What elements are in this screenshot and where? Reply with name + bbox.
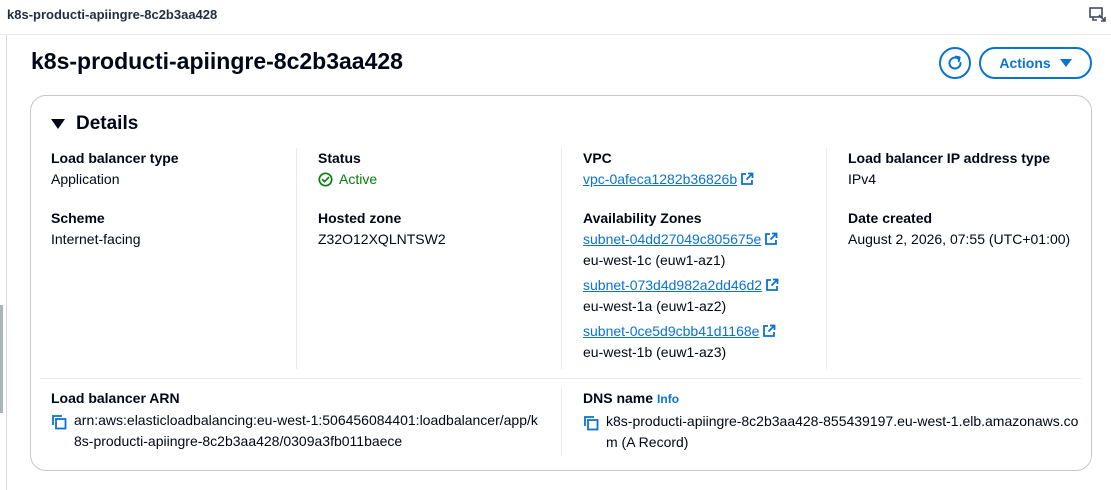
scheme-field: Scheme Internet-facing (51, 208, 296, 250)
availability-zone-item: subnet-073d4d982a2dd46d2 eu-west-1a (euw… (583, 274, 826, 316)
window-restore-icon[interactable] (1088, 5, 1108, 25)
vpc-link[interactable]: vpc-0afeca1282b36826b (583, 171, 737, 187)
ip-address-type-label: Load balancer IP address type (848, 150, 1051, 166)
load-balancer-type-label: Load balancer type (51, 150, 179, 166)
details-column-3: VPC vpc-0afeca1282b36826b Availability Z… (561, 148, 826, 369)
vpc-link-row: vpc-0afeca1282b36826b (583, 168, 826, 190)
hosted-zone-label: Hosted zone (318, 210, 402, 226)
status-value: Active (339, 171, 378, 187)
actions-button-label: Actions (999, 55, 1051, 71)
external-link-icon[interactable] (765, 278, 779, 292)
left-panel-edge (0, 35, 7, 490)
details-column-4: Load balancer IP address type IPv4 Date … (826, 148, 1081, 369)
ip-address-type-value: IPv4 (848, 171, 877, 187)
actions-button[interactable]: Actions (979, 47, 1092, 79)
page-title: k8s-producti-apiingre-8c2b3aa428 (31, 48, 403, 74)
status-indicator: Active (318, 168, 561, 190)
status-label: Status (318, 150, 361, 166)
arn-value: arn:aws:elasticloadbalancing:eu-west-1:5… (74, 412, 538, 449)
availability-zone-name: eu-west-1a (euw1-az2) (583, 298, 727, 314)
dns-copy-row: k8s-producti-apiingre-8c2b3aa428-8554391… (583, 411, 1081, 453)
section-divider (40, 378, 1081, 379)
copy-icon[interactable] (583, 415, 599, 431)
dns-name-field: DNS name Info k8s-producti-apiingre-8c2b3… (561, 388, 1081, 456)
availability-zones-field: Availability Zones subnet-04dd27049c8056… (583, 208, 826, 362)
expanded-triangle-icon (51, 119, 65, 129)
arn-field: Load balancer ARN arn:aws:elasticloadbal… (51, 388, 541, 452)
availability-zones-label: Availability Zones (583, 210, 702, 226)
refresh-icon (948, 55, 962, 70)
availability-zone-item: subnet-0ce5d9cbb41d1168e eu-west-1b (euw… (583, 320, 826, 362)
window-title-bar: k8s-producti-apiingre-8c2b3aa428 (0, 0, 1111, 35)
refresh-button[interactable] (939, 47, 971, 79)
details-heading: Details (76, 113, 139, 134)
window-title: k8s-producti-apiingre-8c2b3aa428 (7, 7, 218, 22)
date-created-field: Date created August 2, 2026, 07:55 (UTC+… (848, 208, 1081, 250)
info-link[interactable]: Info (657, 392, 679, 406)
details-column-2: Status Active Hosted zone Z32O12XQLNTSW2 (296, 148, 561, 369)
dns-name-label-row: DNS name Info (583, 388, 1081, 409)
ip-address-type-field: Load balancer IP address type IPv4 (848, 148, 1081, 190)
scheme-label: Scheme (51, 210, 105, 226)
external-link-icon[interactable] (762, 324, 776, 338)
caret-down-icon (1059, 59, 1072, 67)
subnet-link[interactable]: subnet-073d4d982a2dd46d2 (583, 277, 762, 293)
dns-name-value: k8s-producti-apiingre-8c2b3aa428-8554391… (606, 413, 1079, 450)
scrollbar-thumb[interactable] (0, 305, 3, 413)
status-field: Status Active (318, 148, 561, 190)
status-success-icon (318, 171, 333, 187)
details-toggle[interactable]: Details (51, 113, 138, 135)
external-link-icon[interactable] (764, 232, 778, 246)
vpc-label: VPC (583, 150, 612, 166)
load-balancer-type-field: Load balancer type Application (51, 148, 296, 190)
details-column-1: Load balancer type Application Scheme In… (51, 148, 296, 369)
hosted-zone-field: Hosted zone Z32O12XQLNTSW2 (318, 208, 561, 250)
dns-name-label: DNS name (583, 390, 654, 406)
availability-zone-name: eu-west-1c (euw1-az1) (583, 252, 726, 268)
scheme-value: Internet-facing (51, 231, 141, 247)
details-container: Details Load balancer type Application S… (30, 95, 1092, 471)
arn-copy-row: arn:aws:elasticloadbalancing:eu-west-1:5… (51, 410, 541, 452)
load-balancer-type-value: Application (51, 171, 120, 187)
hosted-zone-value: Z32O12XQLNTSW2 (318, 231, 446, 247)
availability-zone-name: eu-west-1b (euw1-az3) (583, 344, 727, 360)
date-created-label: Date created (848, 210, 933, 226)
availability-zone-item: subnet-04dd27049c805675e eu-west-1c (euw… (583, 228, 826, 270)
arn-label: Load balancer ARN (51, 390, 180, 406)
external-link-icon[interactable] (740, 172, 754, 186)
date-created-value: August 2, 2026, 07:55 (UTC+01:00) (848, 231, 1071, 247)
subnet-link[interactable]: subnet-04dd27049c805675e (583, 231, 761, 247)
copy-icon[interactable] (51, 414, 67, 430)
subnet-link[interactable]: subnet-0ce5d9cbb41d1168e (583, 323, 759, 339)
vpc-field: VPC vpc-0afeca1282b36826b (583, 148, 826, 190)
